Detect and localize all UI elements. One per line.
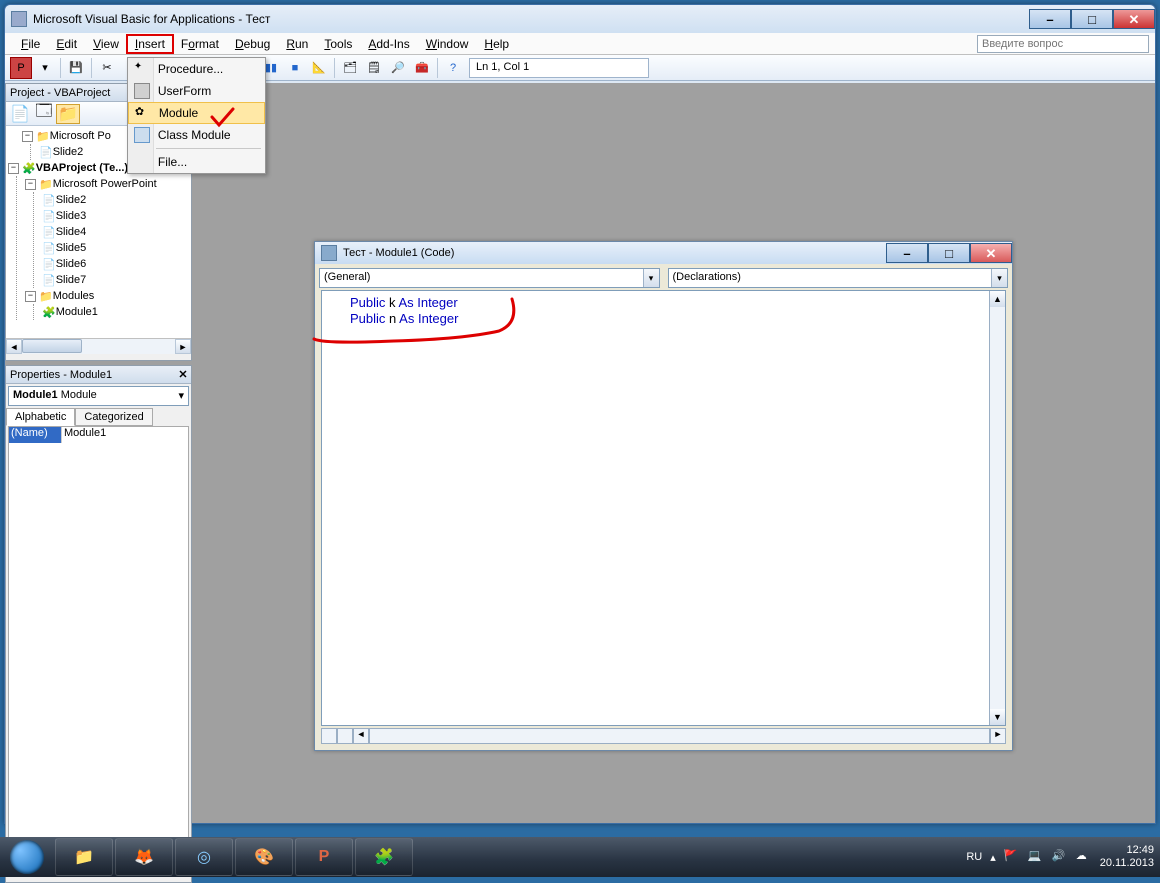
code-editor[interactable]: Public k As Integer Public n As Integer … bbox=[321, 290, 1006, 726]
close-properties-button[interactable]: ✕ bbox=[175, 366, 191, 383]
menu-view[interactable]: View bbox=[85, 35, 127, 53]
menu-run[interactable]: Run bbox=[278, 35, 316, 53]
code-titlebar[interactable]: Тест - Module1 (Code) – □ ✕ bbox=[315, 242, 1012, 264]
code-window-title: Тест - Module1 (Code) bbox=[343, 247, 454, 259]
module-icon bbox=[321, 245, 337, 261]
full-module-view-button[interactable] bbox=[337, 728, 353, 744]
project-hscroll[interactable]: ◄► bbox=[6, 338, 191, 354]
code-hscroll[interactable] bbox=[369, 728, 990, 744]
menu-insert[interactable]: Insert ✦Procedure... UserForm ✿Module Cl… bbox=[127, 35, 173, 53]
object-combo[interactable]: (General)▾ bbox=[319, 268, 660, 288]
property-row: (Name) Module1 bbox=[9, 427, 188, 443]
menu-help[interactable]: Help bbox=[476, 35, 517, 53]
tab-categorized[interactable]: Categorized bbox=[75, 408, 152, 426]
task-paint[interactable]: 🎨 bbox=[235, 838, 293, 876]
menu-item-file[interactable]: File... bbox=[128, 151, 265, 173]
object-browser-button[interactable]: 🔎 bbox=[387, 57, 409, 79]
insert-dropdown: ✦Procedure... UserForm ✿Module Class Mod… bbox=[127, 57, 266, 174]
properties-title: Properties - Module1 ✕ bbox=[6, 366, 191, 384]
code-close-button[interactable]: ✕ bbox=[970, 243, 1012, 263]
task-firefox[interactable]: 🦊 bbox=[115, 838, 173, 876]
view-powerpoint-button[interactable]: P bbox=[10, 57, 32, 79]
tray-flag-icon[interactable]: 🚩 bbox=[1004, 849, 1020, 865]
class-module-icon bbox=[134, 127, 150, 143]
maximize-button[interactable]: □ bbox=[1071, 9, 1113, 29]
help-button[interactable]: ? bbox=[442, 57, 464, 79]
tray-volume-icon[interactable]: 🔊 bbox=[1052, 849, 1068, 865]
windows-taskbar: 📁 🦊 ◎ 🎨 P 🧩 RU ▴ 🚩 💻 🔊 ☁ 12:49 20.11.201… bbox=[0, 837, 1160, 877]
code-vscroll[interactable]: ▲▼ bbox=[989, 291, 1005, 725]
minimize-button[interactable]: – bbox=[1029, 9, 1071, 29]
design-mode-button[interactable]: 📐 bbox=[308, 57, 330, 79]
menu-file[interactable]: File bbox=[13, 35, 48, 53]
view-object-button[interactable]: 🗔 bbox=[32, 104, 56, 124]
module-icon: ✿ bbox=[135, 105, 151, 121]
clock[interactable]: 12:49 20.11.2013 bbox=[1100, 844, 1154, 870]
reset-button[interactable]: ■ bbox=[284, 57, 306, 79]
window-controls: – □ ✕ bbox=[1029, 9, 1155, 29]
menu-item-module[interactable]: ✿Module bbox=[128, 102, 265, 124]
titlebar[interactable]: Microsoft Visual Basic for Applications … bbox=[5, 5, 1155, 33]
task-app2[interactable]: 🧩 bbox=[355, 838, 413, 876]
task-explorer[interactable]: 📁 bbox=[55, 838, 113, 876]
procedure-view-button[interactable] bbox=[321, 728, 337, 744]
menu-format[interactable]: Format bbox=[173, 35, 227, 53]
property-value[interactable]: Module1 bbox=[61, 427, 188, 443]
window-title: Microsoft Visual Basic for Applications … bbox=[33, 12, 270, 26]
system-tray: RU ▴ 🚩 💻 🔊 ☁ 12:49 20.11.2013 bbox=[966, 844, 1160, 870]
app-icon bbox=[11, 11, 27, 27]
close-button[interactable]: ✕ bbox=[1113, 9, 1155, 29]
project-explorer-button[interactable]: 🗂 bbox=[339, 57, 361, 79]
menu-debug[interactable]: Debug bbox=[227, 35, 278, 53]
tray-network-icon[interactable]: 💻 bbox=[1028, 849, 1044, 865]
menu-item-userform[interactable]: UserForm bbox=[128, 80, 265, 102]
save-button[interactable]: 💾 bbox=[65, 57, 87, 79]
show-hidden-icons[interactable]: ▴ bbox=[990, 851, 996, 864]
cursor-position: Ln 1, Col 1 bbox=[469, 58, 649, 78]
code-bottom-bar: ◄ ► bbox=[321, 728, 1006, 744]
code-minimize-button[interactable]: – bbox=[886, 243, 928, 263]
properties-button[interactable]: 🗒 bbox=[363, 57, 385, 79]
object-selector[interactable]: Module1 Module ▾ bbox=[8, 386, 189, 406]
properties-pane: Properties - Module1 ✕ Module1 Module ▾ … bbox=[5, 365, 192, 883]
vba-window: Microsoft Visual Basic for Applications … bbox=[4, 4, 1156, 824]
userform-icon bbox=[134, 83, 150, 99]
properties-tabs: Alphabetic Categorized bbox=[6, 408, 191, 426]
task-powerpoint[interactable]: P bbox=[295, 838, 353, 876]
start-button[interactable] bbox=[0, 837, 54, 877]
menu-item-class-module[interactable]: Class Module bbox=[128, 124, 265, 146]
insert-dropdown-button[interactable]: ▾ bbox=[34, 57, 56, 79]
task-app1[interactable]: ◎ bbox=[175, 838, 233, 876]
procedure-combo[interactable]: (Declarations)▾ bbox=[668, 268, 1009, 288]
language-indicator[interactable]: RU bbox=[966, 851, 982, 863]
procedure-icon: ✦ bbox=[134, 61, 150, 77]
property-name: (Name) bbox=[9, 427, 61, 443]
menu-bar: File Edit View Insert ✦Procedure... User… bbox=[5, 33, 1155, 55]
menu-tools[interactable]: Tools bbox=[316, 35, 360, 53]
view-code-button[interactable]: 📄 bbox=[8, 104, 32, 124]
tray-cloud-icon[interactable]: ☁ bbox=[1076, 849, 1092, 865]
menu-item-procedure[interactable]: ✦Procedure... bbox=[128, 58, 265, 80]
menu-window[interactable]: Window bbox=[418, 35, 477, 53]
menu-addins[interactable]: Add-Ins bbox=[360, 35, 417, 53]
mdi-client: Project - VBAProject ✕ 📄 🗔 📁 −📁 Microsof… bbox=[5, 83, 1155, 823]
toggle-folders-button[interactable]: 📁 bbox=[56, 104, 80, 124]
code-maximize-button[interactable]: □ bbox=[928, 243, 970, 263]
properties-grid[interactable]: (Name) Module1 bbox=[8, 426, 189, 876]
tab-alphabetic[interactable]: Alphabetic bbox=[6, 408, 75, 426]
toolbox-button[interactable]: 🧰 bbox=[411, 57, 433, 79]
help-search-input[interactable] bbox=[977, 35, 1149, 53]
cut-button[interactable]: ✂ bbox=[96, 57, 118, 79]
menu-edit[interactable]: Edit bbox=[48, 35, 85, 53]
code-window: Тест - Module1 (Code) – □ ✕ (General)▾ (… bbox=[314, 241, 1013, 751]
